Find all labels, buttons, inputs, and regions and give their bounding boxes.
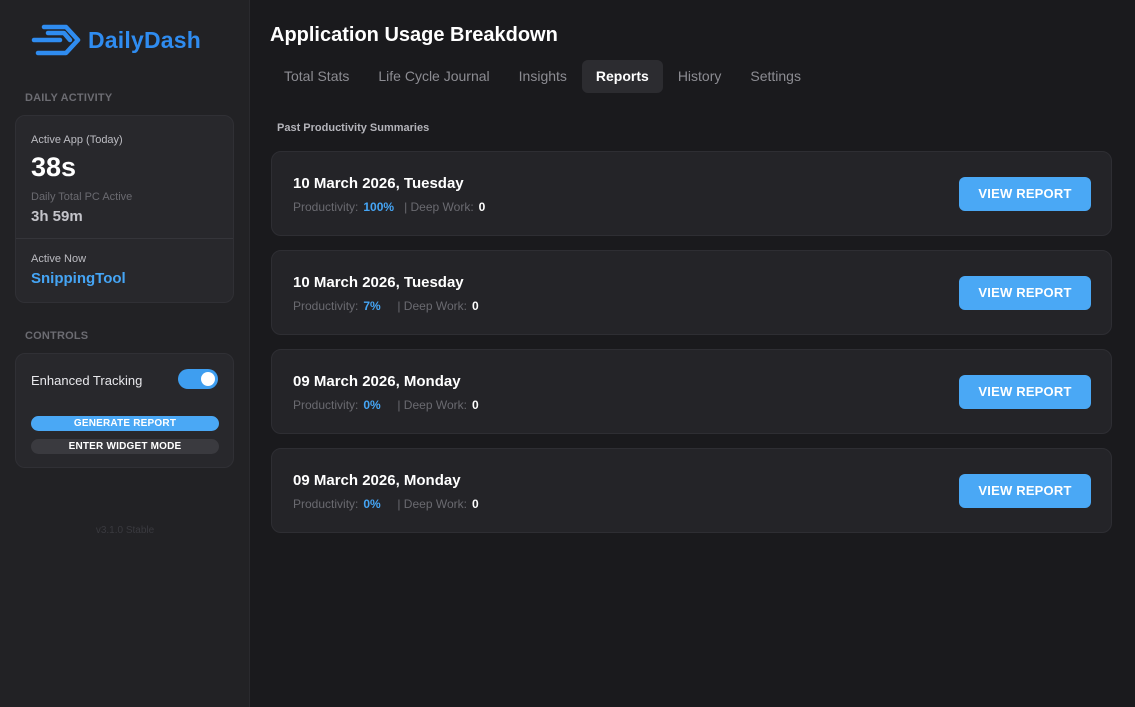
report-meta: Productivity: 100% | Deep Work: 0: [293, 200, 485, 214]
tab-life-cycle-journal[interactable]: Life Cycle Journal: [364, 60, 503, 93]
version-label: v3.1.0 Stable: [95, 525, 155, 536]
tab-history[interactable]: History: [664, 60, 736, 93]
daily-total-label: Daily Total PC Active: [31, 191, 133, 203]
report-date: 09 March 2026, Monday: [293, 373, 461, 390]
report-card: 10 March 2026, Tuesday Productivity: 100%…: [271, 151, 1112, 236]
tab-settings[interactable]: Settings: [736, 60, 815, 93]
generate-report-button[interactable]: GENERATE REPORT: [31, 416, 219, 431]
controls-card: Enhanced Tracking GENERATE REPORT ENTER …: [15, 353, 234, 468]
view-report-button[interactable]: VIEW REPORT: [959, 276, 1091, 310]
view-report-button[interactable]: VIEW REPORT: [959, 177, 1091, 211]
controls-heading: CONTROLS: [25, 330, 89, 342]
activity-card: Active App (Today) 38s Daily Total PC Ac…: [15, 115, 234, 303]
brand[interactable]: DailyDash: [30, 21, 201, 59]
daily-activity-heading: DAILY ACTIVITY: [25, 92, 113, 104]
enter-widget-mode-button[interactable]: ENTER WIDGET MODE: [31, 439, 219, 454]
deep-work-value: 0: [478, 200, 486, 214]
tab-insights[interactable]: Insights: [505, 60, 581, 93]
card-divider: [16, 238, 233, 239]
productivity-label: Productivity:: [293, 398, 359, 412]
view-report-button[interactable]: VIEW REPORT: [959, 375, 1091, 409]
report-card: 10 March 2026, Tuesday Productivity: 7% | …: [271, 250, 1112, 335]
report-date: 10 March 2026, Tuesday: [293, 274, 464, 291]
report-card: 09 March 2026, Monday Productivity: 0% | D…: [271, 448, 1112, 533]
active-now-value: SnippingTool: [31, 270, 126, 287]
page-title: Application Usage Breakdown: [270, 24, 558, 46]
enhanced-tracking-toggle[interactable]: [178, 369, 218, 389]
productivity-value: 100%: [363, 200, 395, 214]
productivity-label: Productivity:: [293, 200, 359, 214]
productivity-label: Productivity:: [293, 497, 359, 511]
deep-work-label: | Deep Work:: [397, 398, 467, 412]
report-card: 09 March 2026, Monday Productivity: 0% | D…: [271, 349, 1112, 434]
enhanced-tracking-label: Enhanced Tracking: [31, 373, 143, 388]
toggle-knob: [201, 372, 215, 386]
active-app-value: 38s: [31, 152, 77, 182]
productivity-label: Productivity:: [293, 299, 359, 313]
deep-work-label: | Deep Work:: [404, 200, 474, 214]
tab-total-stats[interactable]: Total Stats: [270, 60, 363, 93]
tab-bar: Total Stats Life Cycle Journal Insights …: [270, 60, 816, 93]
deep-work-label: | Deep Work:: [397, 299, 467, 313]
report-meta: Productivity: 0% | Deep Work: 0: [293, 497, 479, 511]
deep-work-label: | Deep Work:: [397, 497, 467, 511]
active-app-label: Active App (Today): [31, 134, 123, 146]
brand-name: DailyDash: [88, 26, 202, 53]
tab-reports[interactable]: Reports: [581, 60, 663, 93]
deep-work-value: 0: [471, 398, 479, 412]
section-subheading: Past Productivity Summaries: [277, 122, 430, 134]
dailydash-logo-icon: [31, 24, 81, 56]
report-date: 09 March 2026, Monday: [293, 472, 461, 489]
productivity-value: 0%: [363, 497, 381, 511]
view-report-button[interactable]: VIEW REPORT: [959, 474, 1091, 508]
report-meta: Productivity: 0% | Deep Work: 0: [293, 398, 479, 412]
report-date: 10 March 2026, Tuesday: [293, 175, 464, 192]
daily-total-value: 3h 59m: [31, 208, 83, 225]
productivity-value: 7%: [363, 299, 381, 313]
sidebar: DailyDash DAILY ACTIVITY Active App (Tod…: [0, 0, 250, 707]
active-now-label: Active Now: [31, 253, 87, 265]
productivity-value: 0%: [363, 398, 381, 412]
deep-work-value: 0: [471, 497, 479, 511]
report-meta: Productivity: 7% | Deep Work: 0: [293, 299, 479, 313]
deep-work-value: 0: [471, 299, 479, 313]
